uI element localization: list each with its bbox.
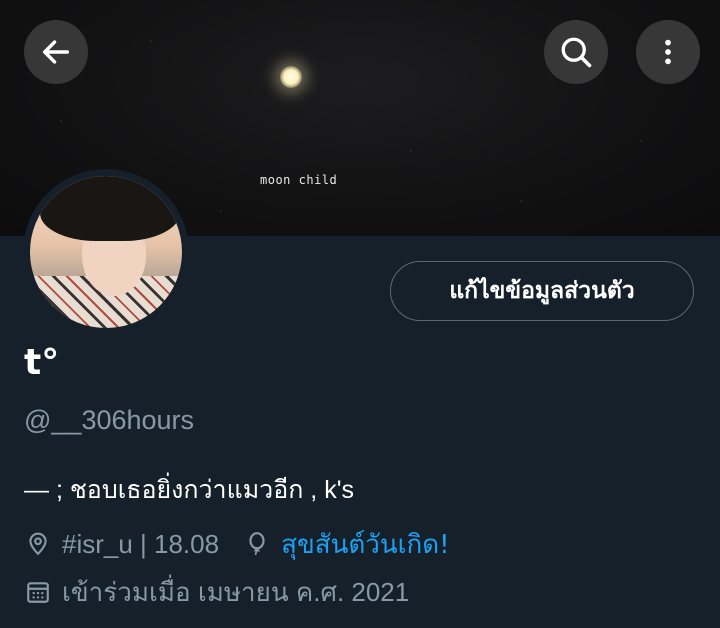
edit-profile-button[interactable]: แก้ไขข้อมูลส่วนตัว [390, 261, 694, 321]
profile-meta-row: #isr_u | 18.08 สุขสันต์วันเกิด! [24, 527, 450, 561]
more-vertical-icon [665, 39, 671, 65]
profile-location: #isr_u | 18.08 [62, 528, 220, 559]
banner-speck [60, 120, 62, 122]
avatar[interactable] [23, 169, 189, 335]
moon-image [280, 66, 302, 88]
joined-date: เข้าร่วมเมื่อ เมษายน ค.ศ. 2021 [62, 576, 410, 607]
profile-joined-row: เข้าร่วมเมื่อ เมษายน ค.ศ. 2021 [24, 575, 409, 609]
banner-speck [150, 40, 152, 42]
username-handle: @__306hours [24, 405, 195, 435]
balloon-icon [243, 530, 271, 558]
banner-speck [640, 140, 642, 142]
search-button[interactable] [544, 20, 608, 84]
banner-caption: moon child [260, 173, 338, 187]
arrow-left-icon [42, 40, 70, 64]
avatar-image [30, 176, 182, 328]
avatar-hair [40, 176, 180, 241]
banner-speck [520, 200, 522, 202]
birthday-link[interactable]: สุขสันต์วันเกิด! [281, 524, 449, 565]
display-name: t° [24, 342, 60, 383]
calendar-icon [24, 578, 52, 606]
back-button[interactable] [24, 20, 88, 84]
more-options-button[interactable] [636, 20, 700, 84]
banner-speck [220, 210, 222, 212]
search-icon [561, 37, 592, 68]
profile-bio: — ; ชอบเธอยิ่งกว่าแมวอีก , k's [24, 476, 354, 504]
banner-speck [410, 150, 412, 152]
location-pin-icon [24, 530, 52, 558]
